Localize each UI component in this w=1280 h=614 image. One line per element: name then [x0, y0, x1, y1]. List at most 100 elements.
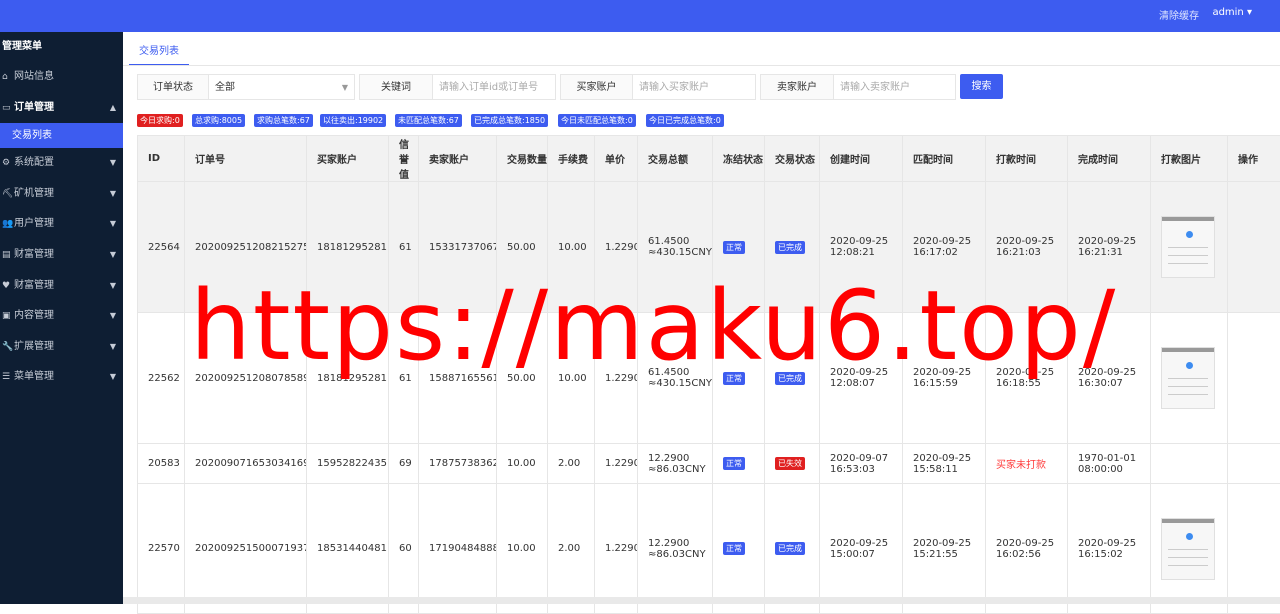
cell-id: 22564: [148, 242, 180, 253]
cell-paid-date: 2020-09-25: [996, 236, 1054, 247]
sidebar-item-3[interactable]: ⛏矿机管理▼: [0, 179, 123, 210]
cell-qty: 50.00: [507, 242, 536, 253]
column-header: 单价: [595, 136, 638, 182]
sidebar-item-1[interactable]: ▭订单管理▲: [0, 93, 123, 124]
cell-total: 12.2900: [648, 538, 689, 549]
menu-icon: ⛏: [2, 179, 14, 210]
chevron-icon: ▼: [110, 148, 116, 179]
paid-cell: 2020-09-2516:21:03: [986, 182, 1068, 313]
menu-icon: ▭: [2, 93, 14, 124]
tab-transaction-list[interactable]: 交易列表: [129, 42, 189, 66]
cell-done-time: 16:15:02: [1078, 549, 1123, 560]
cell-total-cny: ≈430.15CNY: [648, 378, 712, 389]
chevron-down-icon: ▼: [342, 75, 348, 101]
qty-cell: 50.00: [497, 182, 548, 313]
column-header: 打款时间: [986, 136, 1068, 182]
chevron-icon: ▼: [110, 301, 116, 332]
price-cell: 1.2290: [595, 182, 638, 313]
done-cell: 1970-01-0108:00:00: [1068, 444, 1151, 484]
sidebar-title: 管理菜单: [0, 32, 123, 62]
horizontal-scrollbar[interactable]: [123, 597, 1280, 604]
buyer-cell: 18181295281: [307, 313, 389, 444]
cell-created-date: 2020-09-25: [830, 367, 888, 378]
stat-badge: 未匹配总笔数:67: [395, 114, 462, 127]
sidebar-item-4[interactable]: 👥用户管理▼: [0, 209, 123, 240]
payment-screenshot-thumbnail[interactable]: [1161, 216, 1215, 278]
freeze-cell: 正常: [713, 313, 765, 444]
sidebar-item-8[interactable]: 🔧扩展管理▼: [0, 332, 123, 363]
action-cell[interactable]: [1228, 444, 1280, 484]
done-cell: 2020-09-2516:30:07: [1068, 313, 1151, 444]
order-cell: 2020092512082152753: [185, 182, 307, 313]
cell-order: 2020092512082152753: [195, 242, 307, 253]
trade-status-badge: 已完成: [775, 372, 805, 385]
status-cell: 已失效: [765, 444, 820, 484]
sidebar-item-label: 用户管理: [14, 218, 54, 229]
status-select[interactable]: 全部▼: [209, 74, 355, 100]
chevron-icon: ▼: [110, 332, 116, 363]
done-cell: 2020-09-2516:21:31: [1068, 182, 1151, 313]
column-header: 手续费: [548, 136, 595, 182]
cell-total: 12.2900: [648, 453, 689, 464]
payment-screenshot-thumbnail[interactable]: [1161, 518, 1215, 580]
trade-status-badge: 已完成: [775, 542, 805, 555]
column-header: 订单号: [185, 136, 307, 182]
cell-created-date: 2020-09-07: [830, 453, 888, 464]
order-cell: 2020092512080785896: [185, 313, 307, 444]
cell-matched-time: 15:58:11: [913, 464, 958, 475]
freeze-cell: 正常: [713, 484, 765, 614]
cell-total-cny: ≈86.03CNY: [648, 549, 706, 560]
action-cell[interactable]: [1228, 313, 1280, 444]
sidebar-item-6[interactable]: ♥财富管理▼: [0, 271, 123, 302]
cell-total-cny: ≈430.15CNY: [648, 247, 712, 258]
payment-image-cell: [1151, 484, 1228, 614]
cell-price: 1.2290: [605, 543, 638, 554]
buyer-input[interactable]: 请输入买家账户: [633, 74, 756, 100]
matched-cell: 2020-09-2516:17:02: [903, 182, 986, 313]
cell-created-date: 2020-09-25: [830, 538, 888, 549]
action-cell[interactable]: [1228, 484, 1280, 614]
cell-credit: 61: [399, 242, 412, 253]
cell-price: 1.2290: [605, 373, 638, 384]
sidebar-item-7[interactable]: ▣内容管理▼: [0, 301, 123, 332]
freeze-status-badge: 正常: [723, 457, 745, 470]
action-cell[interactable]: [1228, 182, 1280, 313]
cell-total-cny: ≈86.03CNY: [648, 464, 706, 475]
cell-credit: 61: [399, 373, 412, 384]
cell-done-time: 08:00:00: [1078, 464, 1123, 475]
cell-order: 2020092515000719370: [195, 543, 307, 554]
seller-cell: 15887165561: [419, 313, 497, 444]
order-cell: 2020090716530341698: [185, 444, 307, 484]
chevron-icon: ▲: [110, 93, 116, 124]
sidebar-item-0[interactable]: ⌂网站信息: [0, 62, 123, 93]
freeze-status-badge: 正常: [723, 241, 745, 254]
stat-badge: 今日求购:0: [137, 114, 183, 127]
created-cell: 2020-09-0716:53:03: [820, 444, 903, 484]
id-cell: 22570: [138, 484, 185, 614]
cell-paid-date: 2020-09-25: [996, 367, 1054, 378]
cell-created-time: 12:08:21: [830, 247, 875, 258]
menu-icon: ⚙: [2, 148, 14, 179]
menu-icon: ☰: [2, 362, 14, 393]
buyer-cell: 18531440481: [307, 484, 389, 614]
sidebar-item-9[interactable]: ☰菜单管理▼: [0, 362, 123, 393]
credit-cell: 61: [389, 182, 419, 313]
clear-cache-link[interactable]: 清除缓存: [1159, 7, 1199, 22]
seller-input[interactable]: 请输入卖家账户: [834, 74, 956, 100]
matched-cell: 2020-09-2515:21:55: [903, 484, 986, 614]
cell-total: 61.4500: [648, 367, 689, 378]
sidebar-item-label: 矿机管理: [14, 188, 54, 199]
sidebar-item-2[interactable]: ⚙系统配置▼: [0, 148, 123, 179]
user-menu[interactable]: admin ▾: [1212, 7, 1252, 18]
sidebar-item-label: 财富管理: [14, 280, 54, 291]
sidebar-item-5[interactable]: ▤财富管理▼: [0, 240, 123, 271]
created-cell: 2020-09-2515:00:07: [820, 484, 903, 614]
payment-screenshot-thumbnail[interactable]: [1161, 347, 1215, 409]
stat-badge: 已完成总笔数:1850: [471, 114, 548, 127]
column-header: 创建时间: [820, 136, 903, 182]
status-cell: 已完成: [765, 182, 820, 313]
paid-cell: 买家未打款: [986, 444, 1068, 484]
keyword-input[interactable]: 请输入订单id或订单号: [433, 74, 556, 100]
sidebar-subitem-transaction-list[interactable]: 交易列表: [0, 123, 123, 148]
search-button[interactable]: 搜索: [960, 74, 1003, 99]
